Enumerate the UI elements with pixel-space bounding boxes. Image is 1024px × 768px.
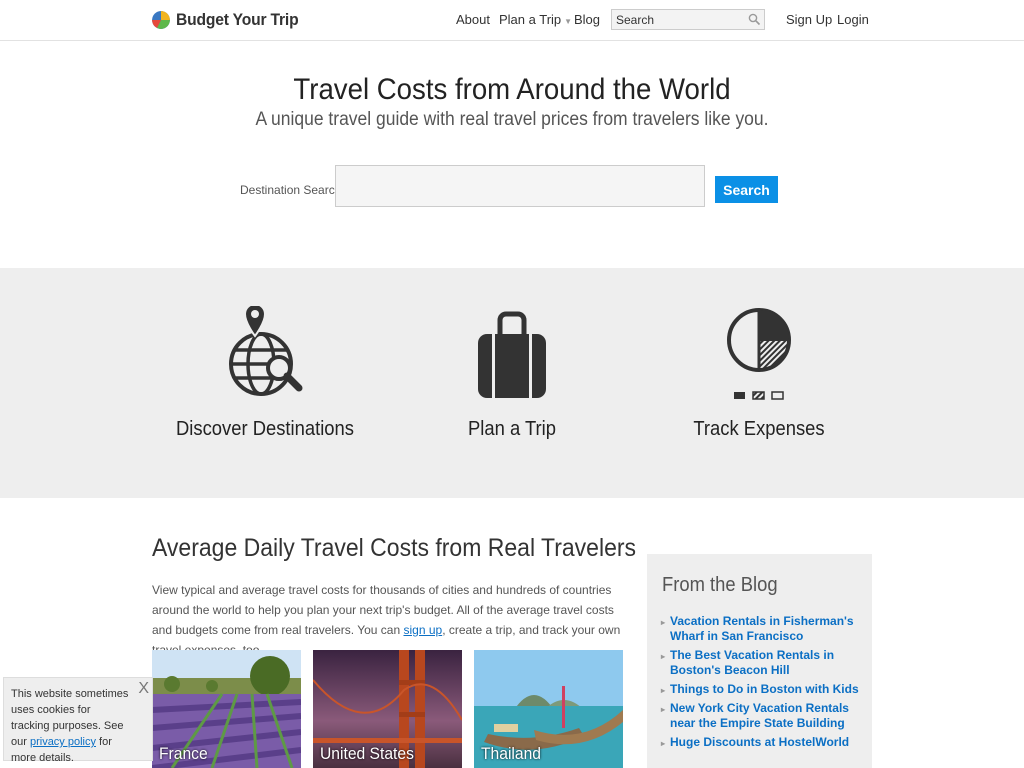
top-navigation-bar: Budget Your Trip About Plan a Trip ▼ Blog…	[0, 0, 1024, 41]
brand-name: Budget Your Trip	[176, 10, 299, 29]
nav-plan-trip-label: Plan a Trip	[499, 12, 562, 27]
destination-card-france[interactable]: France	[152, 650, 301, 768]
blog-post-list: Vacation Rentals in Fisherman's Wharf in…	[661, 614, 862, 754]
section-title: Average Daily Travel Costs from Real Tra…	[152, 534, 637, 562]
blog-post-link[interactable]: New York City Vacation Rentals near the …	[661, 701, 862, 731]
globe-search-icon	[229, 306, 303, 396]
blog-post-link[interactable]: Things to Do in Boston with Kids	[661, 682, 862, 698]
feature-discover-destinations[interactable]: Discover Destinations	[155, 300, 375, 441]
blog-post-link[interactable]: Huge Discounts at HostelWorld	[661, 735, 862, 751]
feature-label: Discover Destinations	[176, 418, 354, 440]
destination-search-button[interactable]: Search	[715, 176, 778, 203]
blog-sidebar-title: From the Blog	[662, 574, 778, 596]
nav-blog-link[interactable]: Blog	[574, 12, 600, 27]
pie-chart-icon	[727, 308, 791, 400]
destination-card-thailand[interactable]: Thailand	[474, 650, 623, 768]
section-description: View typical and average travel costs fo…	[152, 580, 622, 660]
destination-name: France	[159, 744, 208, 763]
nav-plan-trip-link[interactable]: Plan a Trip ▼	[499, 12, 572, 27]
blog-post-link[interactable]: Vacation Rentals in Fisherman's Wharf in…	[661, 614, 862, 644]
destination-search-label: Destination Search:	[240, 183, 345, 197]
logo-globe-icon	[152, 11, 170, 29]
destination-name: United States	[320, 744, 414, 763]
chevron-down-icon: ▼	[564, 17, 573, 26]
destination-search-input[interactable]	[335, 165, 705, 207]
close-icon[interactable]: X	[138, 681, 149, 697]
blog-sidebar: From the Blog Vacation Rentals in Fisher…	[647, 554, 872, 768]
header-search-input[interactable]	[612, 10, 750, 29]
feature-plan-trip[interactable]: Plan a Trip	[402, 300, 622, 441]
feature-label: Plan a Trip	[468, 418, 556, 440]
sign-up-link[interactable]: Sign Up	[786, 12, 832, 27]
destination-name: Thailand	[481, 744, 542, 763]
suitcase-icon	[478, 311, 546, 398]
brand-logo[interactable]: Budget Your Trip	[152, 10, 309, 30]
feature-track-expenses[interactable]: Track Expenses	[649, 300, 869, 441]
page-title: Travel Costs from Around the World	[293, 73, 731, 106]
login-link[interactable]: Login	[837, 12, 869, 27]
header-search-box	[611, 9, 765, 30]
feature-label: Track Expenses	[693, 418, 825, 440]
features-band: Discover Destinations Plan a Trip Track …	[0, 268, 1024, 498]
cookie-notice: X This website sometimes uses cookies fo…	[3, 677, 153, 764]
sign-up-inline-link[interactable]: sign up	[403, 623, 442, 637]
page-subtitle: A unique travel guide with real travel p…	[255, 109, 769, 130]
search-icon[interactable]	[748, 13, 761, 26]
privacy-policy-link[interactable]: privacy policy	[30, 736, 96, 748]
nav-about-link[interactable]: About	[456, 12, 490, 27]
destination-card-united-states[interactable]: United States	[313, 650, 462, 768]
blog-post-link[interactable]: The Best Vacation Rentals in Boston's Be…	[661, 648, 862, 678]
